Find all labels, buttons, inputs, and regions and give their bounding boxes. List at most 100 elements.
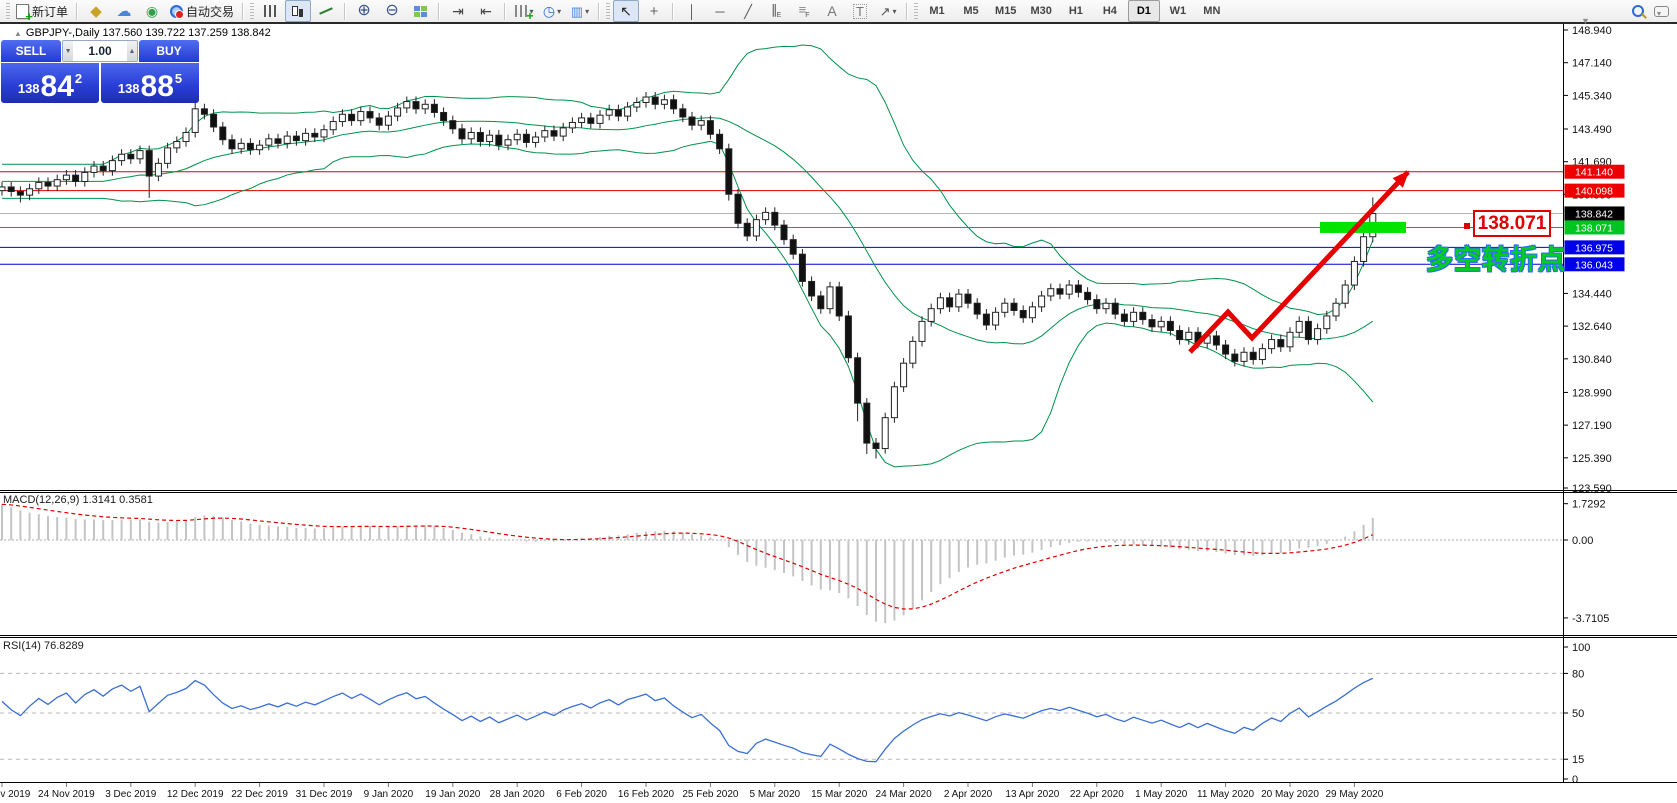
svg-text:123.590: 123.590 (1572, 483, 1612, 495)
svg-text:141.140: 141.140 (1575, 167, 1613, 179)
svg-text:-3.7105: -3.7105 (1572, 613, 1609, 625)
toolbar-grip[interactable] (914, 3, 918, 19)
bar-chart-button[interactable] (257, 0, 283, 22)
tile-windows-button[interactable] (407, 0, 433, 22)
new-order-label: 新订单 (32, 3, 68, 20)
toolbar-separator (906, 3, 908, 20)
sell-price-sup: 2 (75, 71, 82, 86)
rsi-line (2, 678, 1373, 761)
buy-button[interactable]: BUY (139, 40, 199, 62)
crosshair-button[interactable]: + (641, 0, 667, 22)
tile-windows-icon (414, 6, 427, 17)
highlight-zone (1320, 222, 1406, 233)
text-label-button[interactable]: T (847, 0, 873, 22)
autoscroll-button[interactable]: ⇥ (445, 0, 471, 22)
publisher-button[interactable]: ☁ (111, 0, 137, 22)
timeframe-m30-button[interactable]: M30 (1024, 0, 1057, 22)
volume-input[interactable] (73, 41, 127, 61)
cursor-button[interactable]: ↖ (613, 0, 639, 22)
mt4-terminal: { "toolbar": { "new_order_label": "新订单",… (0, 0, 1677, 803)
svg-text:50: 50 (1572, 708, 1584, 720)
svg-text:6 Feb 2020: 6 Feb 2020 (556, 789, 607, 800)
svg-text:1 May 2020: 1 May 2020 (1135, 789, 1188, 800)
toolbar-separator (438, 3, 440, 20)
fibonacci-button[interactable]: ≡F (791, 0, 817, 22)
rsi-axis: 1008050150 (1563, 642, 1590, 786)
sell-price-prefix: 138 (18, 81, 40, 96)
svg-text:5 Mar 2020: 5 Mar 2020 (750, 789, 801, 800)
svg-text:29 May 2020: 29 May 2020 (1325, 789, 1383, 800)
timeframe-d1-button[interactable]: D1 (1128, 0, 1160, 22)
candlestick-chart-button[interactable] (285, 0, 311, 22)
volume-increase-button[interactable]: ▲ (127, 41, 137, 61)
timeframe-mn-button[interactable]: MN (1196, 0, 1228, 22)
signals-button[interactable]: ◉ (139, 0, 165, 22)
svg-text:134.440: 134.440 (1572, 288, 1612, 300)
chart-shift-button[interactable]: ⇤ (473, 0, 499, 22)
svg-text:3 Dec 2019: 3 Dec 2019 (105, 789, 157, 800)
chat-icon[interactable] (1654, 6, 1669, 17)
timeframe-m1-button[interactable]: M1 (921, 0, 953, 22)
autotrade-icon (170, 5, 183, 18)
pane-resize-arrow-icon[interactable]: ▼ (1581, 16, 1590, 26)
text-icon: A (827, 4, 836, 18)
svg-text:143.490: 143.490 (1572, 124, 1612, 136)
zoom-out-button[interactable]: ⊖ (379, 0, 405, 22)
timeframe-h4-button[interactable]: H4 (1094, 0, 1126, 22)
bollinger-middle-line (2, 118, 1373, 344)
new-order-button[interactable]: 新订单 (13, 0, 71, 22)
autotrade-button[interactable]: 自动交易 (167, 0, 237, 22)
indicators-button[interactable]: ▾ (511, 0, 537, 22)
horizontal-line-button[interactable]: ─ (707, 0, 733, 22)
toolbar-grip[interactable] (6, 3, 10, 19)
buy-price-display[interactable]: 138 88 5 (101, 63, 199, 103)
svg-text:128.990: 128.990 (1572, 387, 1612, 399)
svg-text:1.7292: 1.7292 (1572, 499, 1606, 511)
timeframe-m5-button[interactable]: M5 (955, 0, 987, 22)
sell-price-display[interactable]: 138 84 2 (1, 63, 99, 103)
equidistant-channel-button[interactable]: ∥E (763, 0, 789, 22)
annotation-handle[interactable] (1464, 223, 1470, 229)
periods-button[interactable]: ◷▾ (539, 0, 565, 22)
zoom-in-button[interactable]: ⊕ (351, 0, 377, 22)
price-annotation-box[interactable]: 138.071 (1473, 210, 1551, 237)
toolbar-separator (344, 3, 346, 20)
periods-icon: ◷ (543, 4, 555, 18)
chart-area[interactable]: 148.940147.140145.340143.490141.690139.8… (0, 0, 1677, 803)
templates-button[interactable]: ▥▾ (567, 0, 593, 22)
svg-text:125.390: 125.390 (1572, 453, 1612, 465)
volume-decrease-button[interactable]: ▼ (63, 41, 73, 61)
vertical-line-button[interactable]: │ (679, 0, 705, 22)
timeframe-w1-button[interactable]: W1 (1162, 0, 1194, 22)
arrows-button[interactable]: ↗▾ (875, 0, 901, 22)
chevron-down-icon: ▾ (585, 7, 589, 16)
turning-point-annotation[interactable]: 多空转折点 (1426, 238, 1566, 277)
macd-indicator-label: MACD(12,26,9) 1.3141 0.3581 (3, 494, 153, 506)
toolbar-grip[interactable] (250, 3, 254, 19)
svg-text:138.842: 138.842 (1575, 208, 1613, 220)
buy-price-sup: 5 (175, 71, 182, 86)
data-window-button[interactable]: ◆ (83, 0, 109, 22)
timeframe-h1-button[interactable]: H1 (1060, 0, 1092, 22)
symbol-info-text: GBPJPY-,Daily 137.560 139.722 137.259 13… (26, 27, 271, 39)
text-button[interactable]: A (819, 0, 845, 22)
svg-text:127.190: 127.190 (1572, 420, 1612, 432)
sell-button[interactable]: SELL (1, 40, 61, 62)
one-click-trading-panel: SELL ▼ ▲ BUY 138 84 2 138 88 5 (1, 40, 199, 103)
svg-text:19 Jan 2020: 19 Jan 2020 (425, 789, 480, 800)
chart-shift-icon: ⇤ (480, 4, 492, 18)
new-order-icon (16, 4, 29, 19)
svg-text:28 Jan 2020: 28 Jan 2020 (490, 789, 545, 800)
toolbar-grip[interactable] (606, 3, 610, 19)
svg-text:130.840: 130.840 (1572, 354, 1612, 366)
cursor-icon: ↖ (620, 4, 632, 18)
buy-price-prefix: 138 (118, 81, 140, 96)
symbol-arrow-icon: ▲ (14, 29, 22, 38)
timeframe-m15-button[interactable]: M15 (989, 0, 1022, 22)
sell-price-big: 84 (41, 74, 74, 100)
search-icon[interactable] (1632, 5, 1644, 17)
line-chart-button[interactable] (313, 0, 339, 22)
candlestick-chart-icon (291, 5, 305, 18)
svg-text:20 May 2020: 20 May 2020 (1261, 789, 1319, 800)
trendline-button[interactable]: ╱ (735, 0, 761, 22)
